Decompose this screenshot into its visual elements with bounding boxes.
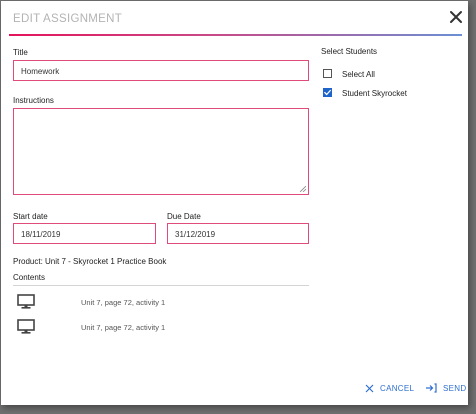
student-label[interactable]: Student Skyrocket <box>342 89 407 98</box>
title-label: Title <box>13 48 28 57</box>
header-accent-line <box>9 34 462 36</box>
start-date-label: Start date <box>13 212 48 221</box>
due-date-input[interactable]: 31/12/2019 <box>167 223 309 244</box>
content-item-text: Unit 7, page 72, activity 1 <box>81 323 166 332</box>
cancel-button[interactable]: CANCEL <box>365 384 414 393</box>
start-date-input[interactable]: 18/11/2019 <box>13 223 156 244</box>
product-text: Product: Unit 7 - Skyrocket 1 Practice B… <box>13 257 167 266</box>
content-item-text: Unit 7, page 72, activity 1 <box>81 298 166 307</box>
checkmark-icon <box>324 89 331 96</box>
instructions-textarea[interactable] <box>13 108 309 195</box>
send-label: SEND <box>443 383 467 393</box>
monitor-icon <box>17 319 35 334</box>
instructions-label: Instructions <box>13 96 54 105</box>
close-icon <box>365 384 374 393</box>
select-all-checkbox[interactable] <box>323 69 332 78</box>
cancel-label: CANCEL <box>380 384 415 393</box>
start-date-value: 18/11/2019 <box>21 230 61 239</box>
student-checkbox[interactable] <box>323 88 332 97</box>
edit-assignment-dialog: EDIT ASSIGNMENT Title Homework Instructi… <box>1 1 468 405</box>
contents-divider <box>13 285 309 286</box>
monitor-icon <box>17 294 35 309</box>
title-input-value: Homework <box>21 67 60 76</box>
dialog-title: EDIT ASSIGNMENT <box>13 13 123 25</box>
close-icon[interactable] <box>449 10 463 24</box>
due-date-value: 31/12/2019 <box>175 230 216 239</box>
due-date-label: Due Date <box>167 212 201 221</box>
resize-handle-icon[interactable] <box>300 186 306 192</box>
contents-label: Contents <box>13 273 46 282</box>
send-button[interactable]: SEND <box>425 383 466 393</box>
select-all-label[interactable]: Select All <box>342 70 375 79</box>
select-students-heading: Select Students <box>321 47 378 56</box>
title-input[interactable]: Homework <box>13 60 309 81</box>
send-icon <box>426 383 437 393</box>
